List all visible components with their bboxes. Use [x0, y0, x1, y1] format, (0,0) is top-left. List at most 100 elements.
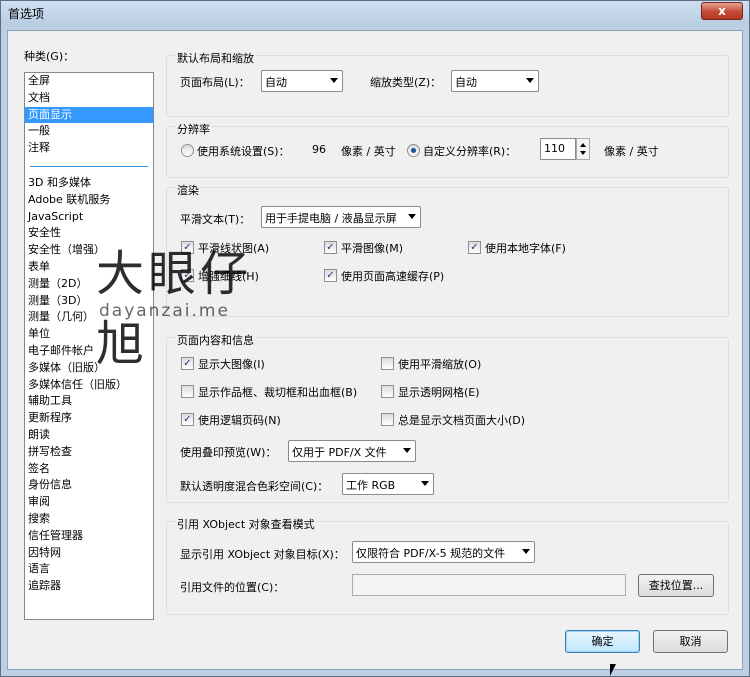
category-item-selected[interactable]: 页面显示 [25, 106, 153, 124]
input-value: 110 [544, 142, 565, 155]
category-item[interactable]: 辅助工具 [25, 393, 153, 410]
page-layout-label: 页面布局(L)： [180, 76, 250, 89]
smooth-images-checkbox[interactable]: ✓ [324, 241, 337, 254]
xobject-group: 引用 XObject 对象查看模式 显示引用 XObject 对象目标(X)： … [166, 516, 729, 615]
overprint-preview-dropdown[interactable]: 仅用于 PDF/X 文件 [288, 440, 416, 462]
system-resolution-label: 使用系统设置(S)： [197, 145, 290, 158]
category-item[interactable]: 审阅 [25, 494, 153, 511]
category-item[interactable]: 语言 [25, 561, 153, 578]
custom-resolution-unit: 像素 / 英寸 [604, 145, 659, 158]
xobject-target-label: 显示引用 XObject 对象目标(X)： [180, 548, 345, 561]
check-icon: ✓ [183, 414, 192, 425]
browse-location-button[interactable]: 查找位置... [638, 574, 714, 597]
category-item[interactable]: 身份信息 [25, 477, 153, 494]
radio-selected-dot [411, 148, 416, 153]
check-icon: ✓ [470, 242, 479, 253]
logical-page-numbers-label: 使用逻辑页码(N) [198, 414, 281, 427]
smooth-zoom-label: 使用平滑缩放(O) [398, 358, 482, 371]
chevron-down-icon [408, 214, 416, 219]
category-item[interactable]: 朗读 [25, 427, 153, 444]
group-title: 引用 XObject 对象查看模式 [175, 516, 317, 532]
dropdown-value: 自动 [455, 76, 477, 89]
chevron-down-icon [403, 448, 411, 453]
group-title: 默认布局和缩放 [175, 50, 256, 66]
system-resolution-value: 96 [312, 143, 326, 156]
dropdown-value: 仅用于 PDF/X 文件 [292, 446, 387, 459]
resolution-group: 分辨率 使用系统设置(S)： 96 像素 / 英寸 自定义分辨率(R)： 110… [166, 121, 729, 178]
referenced-file-location-input[interactable] [352, 574, 626, 596]
dropdown-value: 仅限符合 PDF/X-5 规范的文件 [356, 547, 506, 560]
page-layout-dropdown[interactable]: 自动 [261, 70, 343, 92]
zoom-type-dropdown[interactable]: 自动 [451, 70, 539, 92]
category-item[interactable]: 注释 [25, 140, 153, 157]
close-button[interactable]: x [701, 2, 743, 20]
chevron-down-icon [522, 549, 530, 554]
show-art-trim-bleed-checkbox[interactable] [181, 385, 194, 398]
chevron-down-icon [330, 78, 338, 83]
always-show-page-size-checkbox[interactable] [381, 413, 394, 426]
referenced-file-location-label: 引用文件的位置(C)： [180, 581, 285, 594]
category-item[interactable]: 签名 [25, 461, 153, 478]
category-separator [30, 165, 148, 167]
category-item[interactable]: 3D 和多媒体 [25, 175, 153, 192]
chevron-down-icon [421, 481, 429, 486]
smooth-zoom-checkbox[interactable] [381, 357, 394, 370]
overprint-preview-label: 使用叠印预览(W)： [180, 446, 277, 459]
layout-zoom-group: 默认布局和缩放 页面布局(L)： 自动 缩放类型(Z)： 自动 [166, 50, 729, 117]
watermark-url: dayanzai.me [99, 301, 230, 321]
close-icon: x [718, 4, 726, 18]
title-bar[interactable]: 首选项 x [1, 1, 749, 25]
category-item[interactable]: 追踪器 [25, 578, 153, 595]
dropdown-value: 自动 [265, 76, 287, 89]
category-item[interactable]: 信任管理器 [25, 528, 153, 545]
blend-color-space-label: 默认透明度混合色彩空间(C)： [180, 480, 329, 493]
category-item[interactable]: 一般 [25, 123, 153, 140]
local-fonts-label: 使用本地字体(F) [485, 242, 566, 255]
page-cache-checkbox[interactable]: ✓ [324, 269, 337, 282]
mouse-cursor-icon [610, 664, 616, 676]
category-item[interactable]: 因特网 [25, 545, 153, 562]
smooth-images-label: 平滑图像(M) [341, 242, 404, 255]
category-item[interactable]: 文档 [25, 90, 153, 107]
spin-up-icon[interactable] [580, 143, 586, 147]
ok-button[interactable]: 确定 [565, 630, 640, 653]
category-item[interactable]: 拼写检查 [25, 444, 153, 461]
zoom-type-label: 缩放类型(Z)： [370, 76, 442, 89]
group-title: 渲染 [175, 182, 201, 198]
category-item[interactable]: 搜索 [25, 511, 153, 528]
page-cache-label: 使用页面高速缓存(P) [341, 270, 445, 283]
spin-down-icon[interactable] [580, 151, 586, 155]
logical-page-numbers-checkbox[interactable]: ✓ [181, 413, 194, 426]
transparency-grid-label: 显示透明网格(E) [398, 386, 480, 399]
blend-color-space-dropdown[interactable]: 工作 RGB [342, 473, 434, 495]
preferences-window: 首选项 x 种类(G)： 全屏 文档 页面显示 一般 注释 3D 和多媒体 Ado… [0, 0, 750, 677]
watermark: 大眼仔旭 dayanzai.me [96, 234, 271, 372]
category-item[interactable]: 多媒体信任（旧版） [25, 377, 153, 394]
category-item[interactable]: Adobe 联机服务 [25, 192, 153, 209]
custom-resolution-label: 自定义分辨率(R)： [423, 145, 517, 158]
system-resolution-radio[interactable] [181, 144, 194, 157]
always-show-page-size-label: 总是显示文档页面大小(D) [398, 414, 526, 427]
category-item[interactable]: 全屏 [25, 73, 153, 90]
window-title: 首选项 [8, 7, 45, 21]
xobject-target-dropdown[interactable]: 仅限符合 PDF/X-5 规范的文件 [352, 541, 535, 563]
transparency-grid-checkbox[interactable] [381, 385, 394, 398]
check-icon: ✓ [326, 242, 335, 253]
resolution-spinner[interactable] [576, 138, 590, 160]
group-title: 分辨率 [175, 121, 212, 137]
dropdown-value: 工作 RGB [346, 479, 396, 492]
cancel-button[interactable]: 取消 [653, 630, 728, 653]
dropdown-value: 用于手提电脑 / 液晶显示屏 [265, 212, 397, 225]
show-art-trim-bleed-label: 显示作品框、裁切框和出血框(B) [198, 386, 358, 399]
system-resolution-unit: 像素 / 英寸 [341, 145, 396, 158]
custom-resolution-radio[interactable] [407, 144, 420, 157]
check-icon: ✓ [326, 270, 335, 281]
category-item[interactable]: 更新程序 [25, 410, 153, 427]
smooth-text-dropdown[interactable]: 用于手提电脑 / 液晶显示屏 [261, 206, 421, 228]
category-item[interactable]: JavaScript [25, 209, 153, 226]
chevron-down-icon [526, 78, 534, 83]
categories-label: 种类(G)： [24, 50, 75, 63]
smooth-text-label: 平滑文本(T)： [180, 213, 251, 226]
custom-resolution-input[interactable]: 110 [540, 138, 576, 160]
local-fonts-checkbox[interactable]: ✓ [468, 241, 481, 254]
